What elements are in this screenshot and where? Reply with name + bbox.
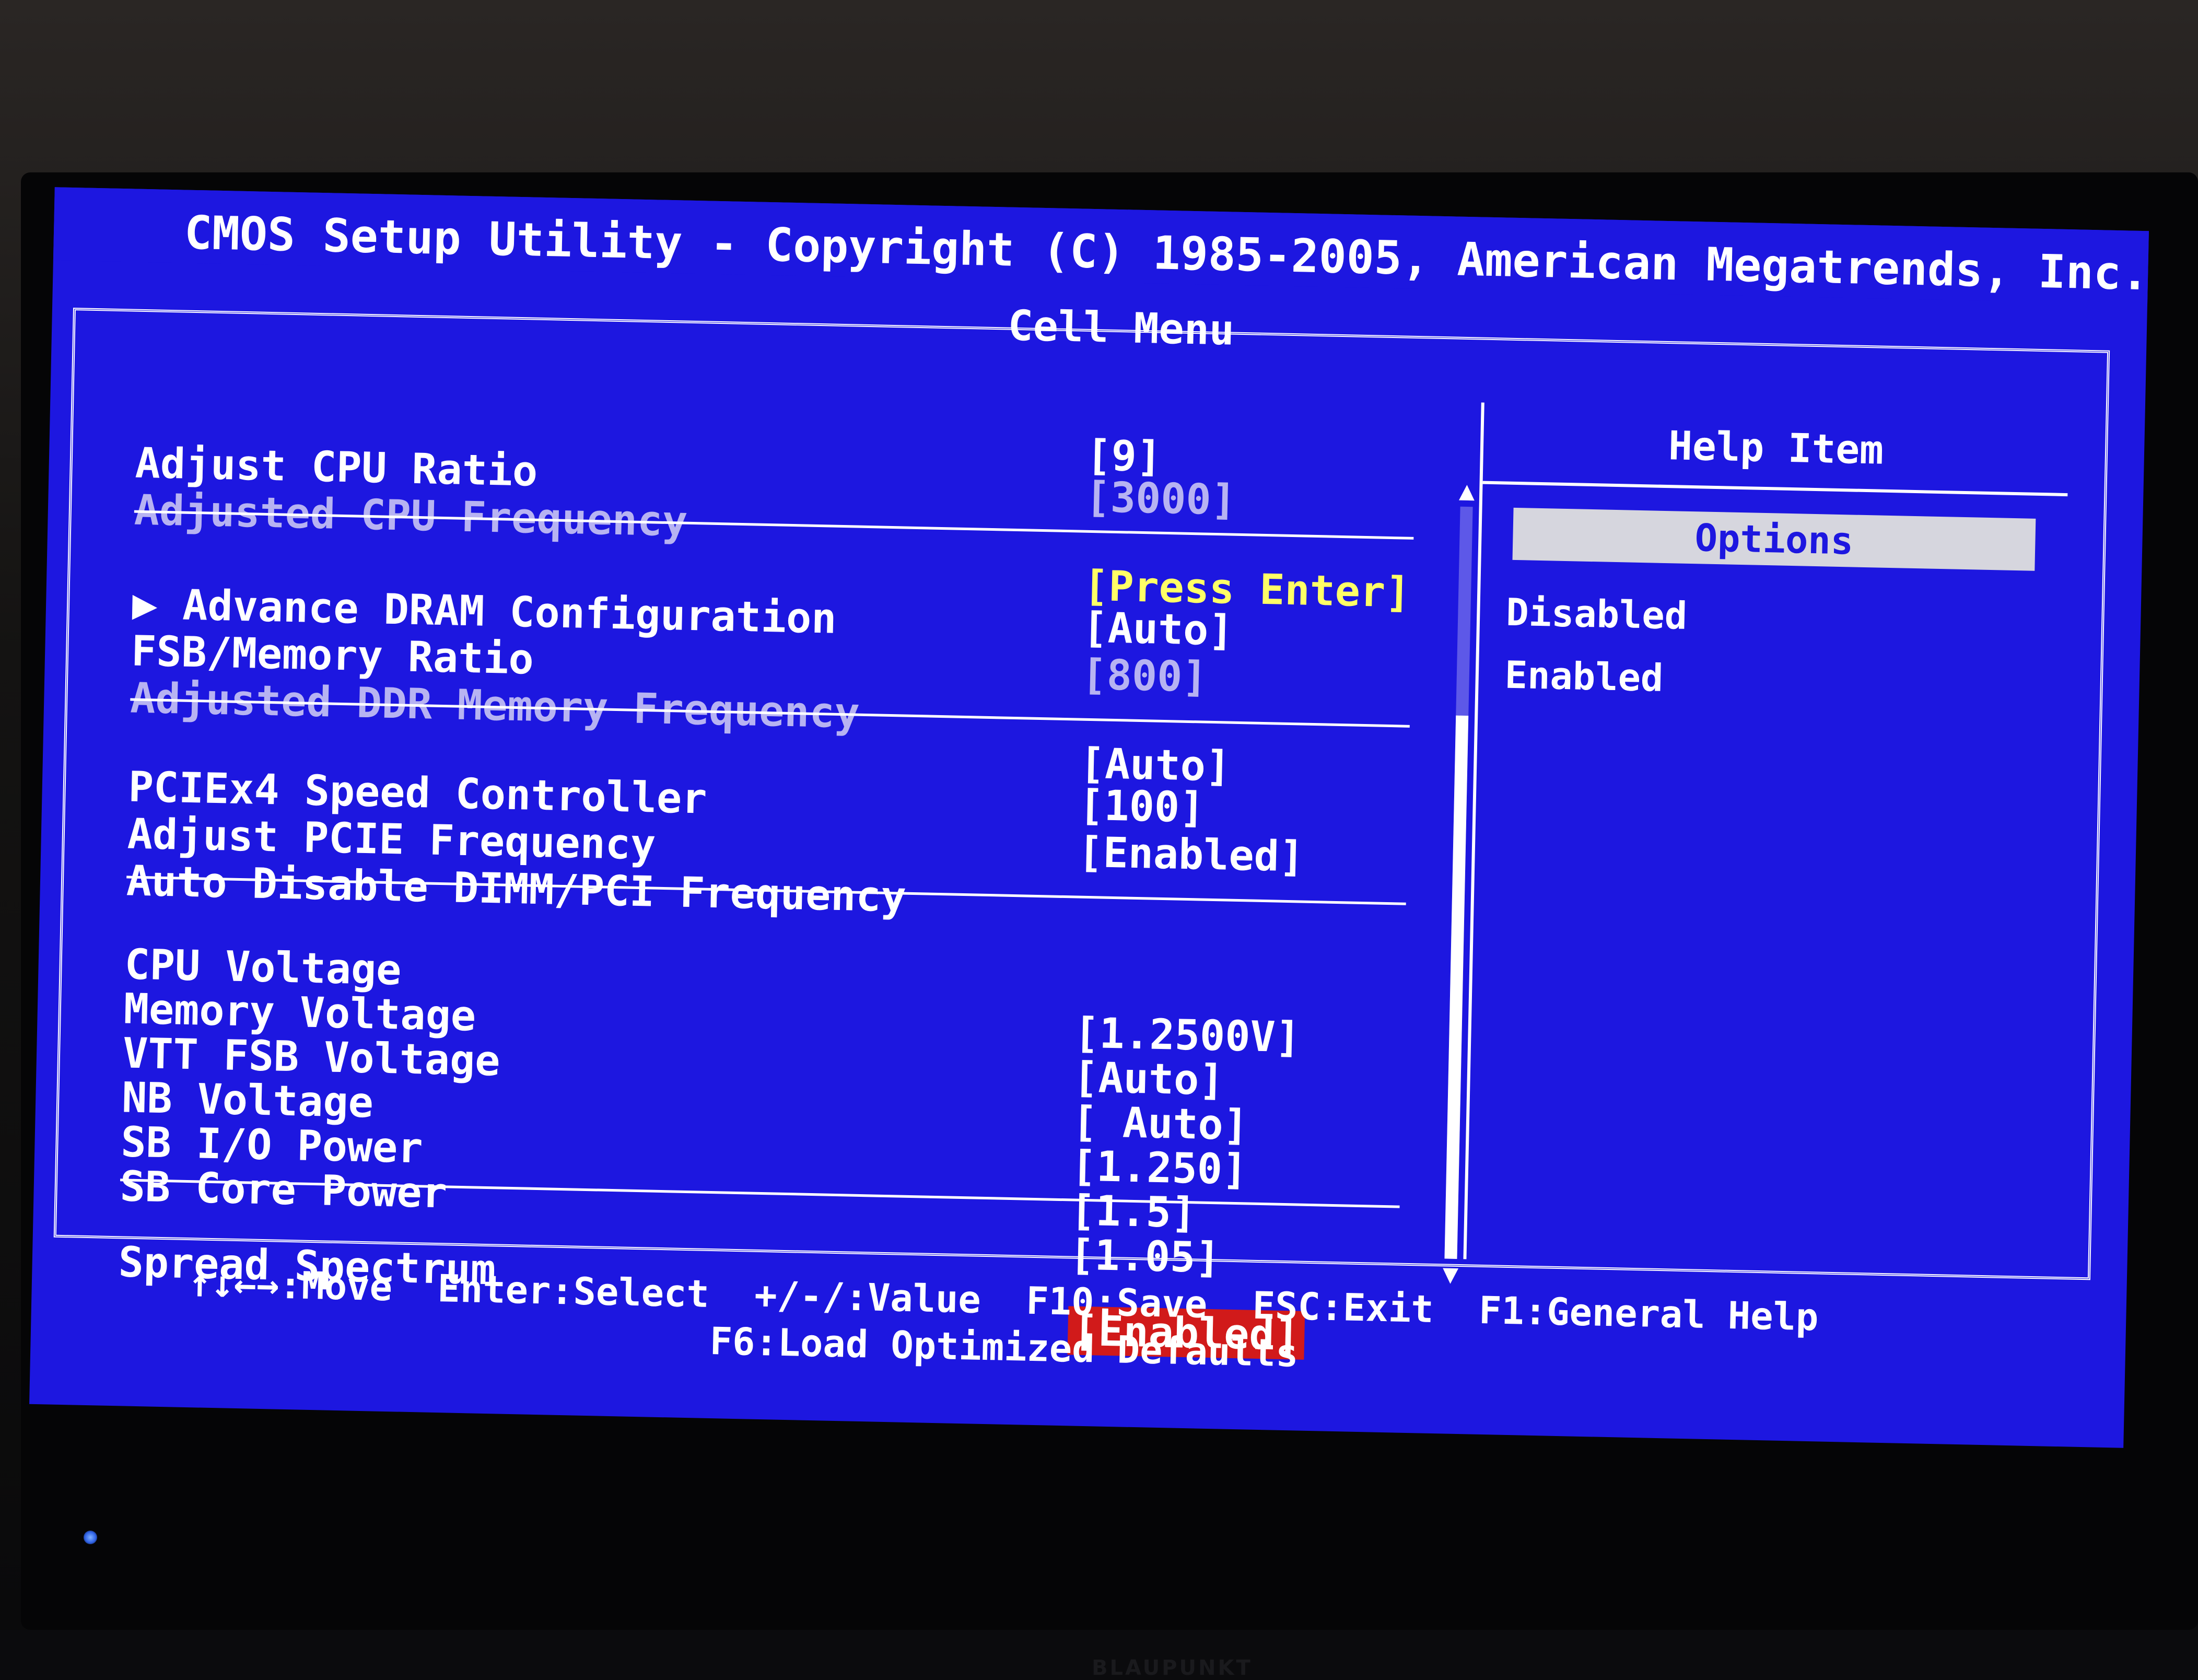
option-disabled: Disabled: [1505, 590, 1688, 638]
help-divider: [1482, 481, 2068, 497]
scrollbar-thumb[interactable]: [1444, 715, 1469, 1259]
options-list: Disabled Enabled: [1504, 581, 1688, 710]
setting-value[interactable]: [100]: [1079, 781, 1206, 832]
setting-value: [3000]: [1084, 472, 1237, 524]
setting-value[interactable]: [1.250]: [1071, 1141, 1248, 1194]
scroll-down-arrow-icon[interactable]: ▼: [1440, 1258, 1461, 1289]
settings-panel: Adjust CPU Ratio [9] Adjusted CPU Freque…: [77, 373, 1484, 1360]
monitor-brand-logo: BLAUPUNKT: [1092, 1656, 1253, 1680]
option-enabled: Enabled: [1504, 652, 1664, 700]
bios-screen: CMOS Setup Utility - Copyright (C) 1985-…: [29, 187, 2149, 1448]
setting-value[interactable]: [1.05]: [1069, 1230, 1221, 1282]
setup-frame: Adjust CPU Ratio [9] Adjusted CPU Freque…: [53, 308, 2110, 1360]
power-led-icon: [84, 1531, 97, 1544]
setting-value[interactable]: [Auto]: [1073, 1053, 1225, 1104]
help-title: Help Item: [1668, 422, 1884, 473]
setting-value[interactable]: [1.5]: [1070, 1186, 1197, 1237]
setting-value: [800]: [1081, 650, 1208, 702]
setting-value[interactable]: [Auto]: [1082, 603, 1234, 655]
setting-value[interactable]: [Enabled]: [1078, 828, 1305, 881]
options-header: Options: [1512, 507, 2036, 571]
scroll-up-arrow-icon[interactable]: ▲: [1456, 475, 1478, 506]
help-panel: Help Item Options Disabled Enabled: [1466, 403, 2069, 1271]
setting-value[interactable]: [ Auto]: [1072, 1097, 1249, 1149]
